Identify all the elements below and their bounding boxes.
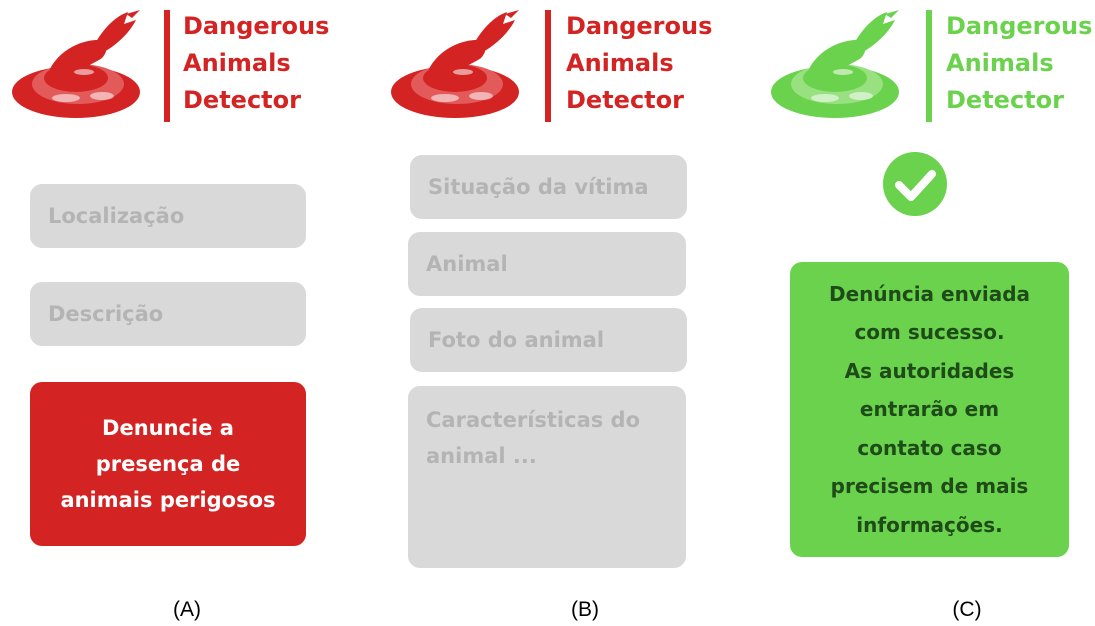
caption-a: (A)	[173, 598, 201, 621]
caption-c: (C)	[952, 598, 982, 621]
app-title: Dangerous Animals Detector	[183, 12, 330, 114]
check-circle-icon	[883, 152, 947, 216]
logo-divider	[545, 10, 551, 122]
logo-divider	[164, 10, 170, 122]
caption-b: (B)	[571, 598, 599, 621]
description-input[interactable]: Descrição	[30, 282, 306, 346]
app-title: Dangerous Animals Detector	[946, 12, 1093, 114]
location-input[interactable]: Localização	[30, 184, 306, 248]
snake-logo-icon	[771, 10, 899, 118]
animal-input[interactable]: Animal	[408, 232, 686, 296]
snake-logo-icon	[12, 10, 140, 118]
animal-characteristics-textarea[interactable]: Características do animal ...	[408, 386, 686, 568]
victim-status-input[interactable]: Situação da vítima	[410, 155, 687, 219]
success-message: Denúncia enviada com sucesso. As autorid…	[790, 262, 1069, 557]
snake-logo-icon	[391, 10, 519, 118]
report-button[interactable]: Denuncie a presença de animais perigosos	[30, 382, 306, 546]
animal-photo-input[interactable]: Foto do animal	[410, 308, 687, 372]
logo-divider	[926, 10, 932, 122]
app-title: Dangerous Animals Detector	[566, 12, 713, 114]
